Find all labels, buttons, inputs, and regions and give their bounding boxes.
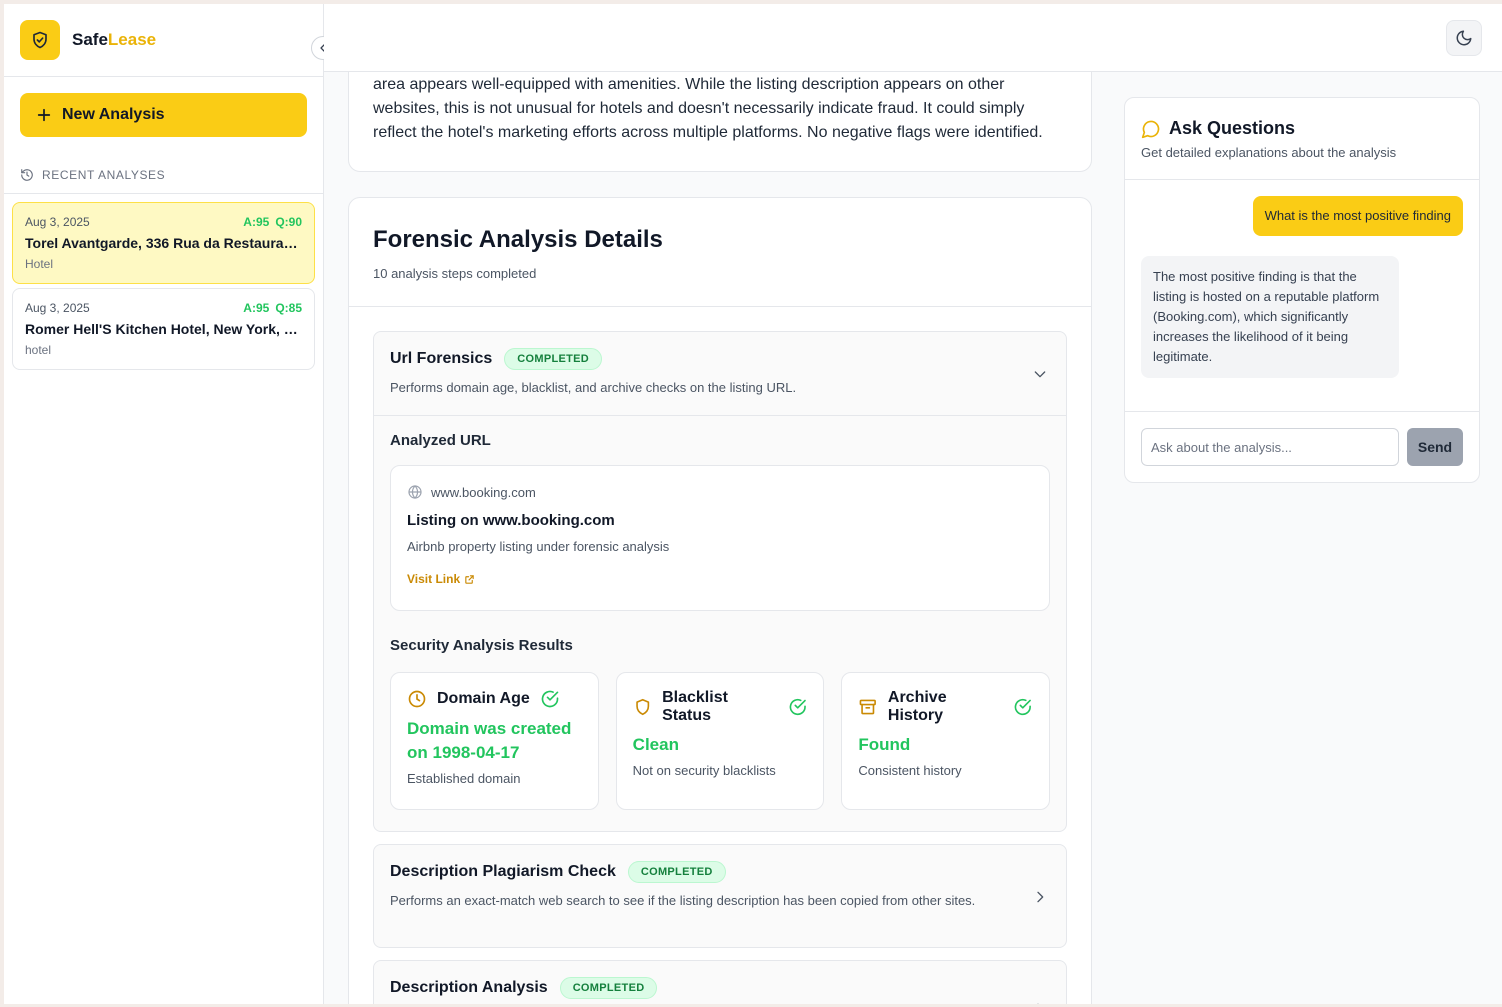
- domain-age-card: Domain Age Domain was created on 1998-04…: [390, 672, 599, 810]
- card-value: Found: [858, 735, 911, 754]
- step-body: Analyzed URL www.booking.com Listing on …: [374, 415, 1066, 826]
- card-name: Archive History: [887, 689, 947, 724]
- card-value: Domain was created on 1998-04-17: [407, 719, 572, 762]
- history-type: Hotel: [25, 257, 54, 271]
- card-note: Consistent history: [858, 763, 962, 778]
- visit-link[interactable]: Visit Link: [407, 572, 475, 586]
- chat-title: Ask Questions: [1169, 118, 1296, 138]
- step-title: Description Analysis: [390, 979, 548, 996]
- brand-name: SafeLease: [72, 30, 156, 50]
- new-analysis-label: New Analysis: [62, 106, 165, 123]
- forensic-analysis-card: Forensic Analysis Details 10 analysis st…: [348, 197, 1092, 1004]
- chat-messages: What is the most positive finding The mo…: [1125, 180, 1479, 412]
- authenticity-score: A:95: [243, 301, 270, 315]
- chat-input-row: Send: [1125, 412, 1479, 482]
- summary-text: area appears well-equipped with amenitie…: [373, 76, 1043, 141]
- url-card: www.booking.com Listing on www.booking.c…: [390, 465, 1050, 611]
- quality-score: Q:85: [275, 301, 302, 315]
- send-button[interactable]: Send: [1407, 428, 1463, 466]
- divider: [4, 193, 324, 194]
- clock-icon: [408, 690, 426, 708]
- chevron-right-icon: [1037, 1003, 1039, 1004]
- archive-history-card: Archive History Found Consistent history: [841, 672, 1051, 810]
- app-frame: SafeLease New Analysis Recent Analyses: [4, 4, 1502, 1004]
- globe-icon: [408, 485, 422, 499]
- url-title: Listing on www.booking.com: [407, 512, 615, 529]
- chevron-down-icon: [1034, 370, 1046, 377]
- recent-analyses-header: Recent Analyses: [20, 168, 165, 182]
- step-header[interactable]: Url Forensics COMPLETED Performs domain …: [374, 332, 1066, 415]
- check-circle-icon: [541, 690, 559, 708]
- new-analysis-button[interactable]: New Analysis: [20, 93, 307, 137]
- history-title: Torel Avantgarde, 336 Rua da Restauração…: [25, 235, 302, 251]
- step-header[interactable]: Description Plagiarism Check COMPLETED P…: [374, 845, 1066, 947]
- forensic-header: Forensic Analysis Details 10 analysis st…: [349, 198, 1091, 307]
- chevron-right-icon: [1037, 891, 1044, 903]
- shield-icon: [635, 698, 649, 716]
- card-name: Domain Age: [437, 690, 530, 707]
- history-type: hotel: [25, 343, 52, 357]
- history-date: Aug 3, 2025: [25, 301, 90, 315]
- card-name: Blacklist Status: [662, 689, 728, 724]
- top-bar: [324, 4, 1502, 72]
- chat-subtitle: Get detailed explanations about the anal…: [1141, 145, 1397, 160]
- recent-analyses-label: Recent Analyses: [42, 168, 166, 182]
- quality-score: Q:90: [275, 215, 302, 229]
- shield-logo-icon: [20, 20, 60, 60]
- url-domain: www.booking.com: [431, 484, 536, 500]
- brand-header: SafeLease: [4, 4, 335, 77]
- card-note: Not on security blacklists: [632, 763, 776, 778]
- summary-card: area appears well-equipped with amenitie…: [348, 72, 1092, 172]
- status-badge: COMPLETED: [504, 348, 603, 370]
- theme-toggle-button[interactable]: [1446, 20, 1482, 56]
- history-title: Romer Hell'S Kitchen Hotel, New York, Ne…: [25, 321, 302, 337]
- step-description: Performs an exact-match web search to se…: [390, 893, 976, 908]
- forensic-subtitle: 10 analysis steps completed: [373, 266, 537, 281]
- blacklist-status-card: Blacklist Status Clean Not on security b…: [615, 672, 825, 810]
- external-link-icon: [465, 574, 474, 584]
- assistant-message: The most positive finding is that the li…: [1141, 256, 1399, 378]
- history-item[interactable]: Aug 3, 2025 A:95 Q:85 Romer Hell'S Kitch…: [12, 288, 315, 370]
- card-note: Established domain: [407, 771, 521, 786]
- history-icon: [21, 169, 33, 181]
- sidebar: SafeLease New Analysis Recent Analyses: [4, 4, 335, 1004]
- moon-icon: [1456, 30, 1472, 46]
- card-value: Clean: [632, 735, 679, 754]
- ask-questions-panel: Ask Questions Get detailed explanations …: [1124, 97, 1480, 483]
- url-description: Airbnb property listing under forensic a…: [407, 539, 670, 554]
- brand-name-accent: Lease: [107, 30, 157, 49]
- user-message: What is the most positive finding: [1252, 196, 1463, 236]
- security-results-grid: Domain Age Domain was created on 1998-04…: [390, 672, 1051, 810]
- question-input[interactable]: [1141, 428, 1399, 466]
- status-badge: COMPLETED: [559, 977, 658, 999]
- step-description-analysis: Description Analysis COMPLETED: [373, 960, 1067, 1004]
- visit-link-label: Visit Link: [407, 572, 461, 586]
- chat-header: Ask Questions Get detailed explanations …: [1125, 98, 1479, 180]
- status-badge: COMPLETED: [627, 861, 726, 883]
- step-description: Performs domain age, blacklist, and arch…: [390, 380, 797, 395]
- check-circle-icon: [789, 698, 806, 716]
- authenticity-score: A:95: [243, 215, 270, 229]
- history-date: Aug 3, 2025: [25, 215, 90, 229]
- archive-icon: [859, 699, 877, 715]
- step-title: Url Forensics: [390, 350, 493, 367]
- step-url-forensics: Url Forensics COMPLETED Performs domain …: [373, 331, 1067, 832]
- step-title: Description Plagiarism Check: [390, 863, 616, 880]
- analyzed-url-label: Analyzed URL: [390, 432, 491, 449]
- security-results-label: Security Analysis Results: [390, 637, 573, 654]
- step-description-plagiarism: Description Plagiarism Check COMPLETED P…: [373, 844, 1067, 948]
- message-circle-icon: [1141, 120, 1160, 138]
- history-item[interactable]: Aug 3, 2025 A:95 Q:90 Torel Avantgarde, …: [12, 202, 315, 284]
- forensic-title: Forensic Analysis Details: [373, 226, 663, 253]
- check-circle-icon: [1015, 698, 1032, 716]
- step-header[interactable]: Description Analysis COMPLETED: [374, 961, 1066, 1004]
- brand-name-main: Safe: [72, 30, 108, 49]
- main-content: area appears well-equipped with amenitie…: [324, 72, 1104, 1004]
- plus-icon: [37, 108, 51, 122]
